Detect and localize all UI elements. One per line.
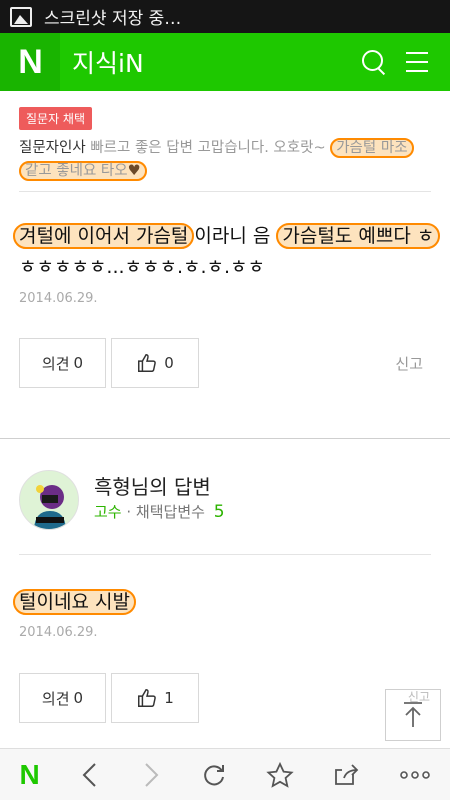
naver-logo-button[interactable]: N [0,33,60,91]
like-button[interactable]: 0 [111,338,199,388]
image-icon [10,6,32,27]
naver-logo: N [18,42,43,81]
answer-highlight-2: 가슴털도 예쁘다 ㅎ [276,223,441,249]
back-icon[interactable] [79,762,101,788]
opinion-label: 의견 [41,689,70,708]
answer-text: 털이네요 시발 [13,587,136,618]
report-link[interactable]: 신고 [395,353,423,374]
comment-highlight-2-text: 같고 좋네요 타오 [25,163,128,179]
thumbs-up-icon [138,689,157,707]
menu-icon[interactable] [406,52,428,72]
opinion-label: 의견 [41,354,70,373]
like-count: 0 [164,354,174,372]
app-header: N 지식iN [0,33,450,91]
page-title[interactable]: 지식iN [72,44,144,80]
forward-icon[interactable] [140,762,162,788]
comment-highlight-1: 가슴털 마조 [330,138,414,158]
like-count: 1 [164,689,174,707]
divider [19,191,431,192]
scroll-top-button[interactable]: 신고 [385,689,441,741]
thumbs-up-icon [138,354,157,372]
bookmark-star-icon[interactable] [266,761,294,788]
section-divider [0,438,450,439]
answerer-name[interactable]: 흑형님의 답변 [94,471,211,500]
comment-text: 빠르고 좋은 답변 고맙습니다. 오호랏~ [90,140,326,156]
answer-text: 겨털에 이어서 가슴털 이라니 음 가슴털도 예쁘다 ㅎ ㅎㅎㅎㅎㅎ...ㅎㅎㅎ.… [13,221,441,283]
opinion-button[interactable]: 의견 0 [19,673,106,723]
answerer-meta-label: · 채택답변수 [126,503,205,521]
answer-highlight-1: 겨털에 이어서 가슴털 [13,223,195,249]
more-icon[interactable] [400,770,431,780]
adopted-count: 5 [213,502,225,522]
answerer-meta: 고수 · 채택답변수 5 [94,501,225,522]
answer-date: 2014.06.29. [19,625,98,640]
refresh-icon[interactable] [201,762,227,788]
share-icon[interactable] [333,762,361,788]
bottom-toolbar: N [0,748,450,800]
opinion-button[interactable]: 의견 0 [19,338,106,388]
heart-icon: ♥ [127,163,141,179]
opinion-count: 0 [73,689,84,707]
status-text: 스크린샷 저장 중… [44,9,182,29]
questioner-comment: 질문자인사 빠르고 좋은 답변 고맙습니다. 오호랏~ 가슴털 마조 같고 좋네… [19,137,439,183]
arrow-up-icon [404,702,422,727]
comment-highlight-2: 같고 좋네요 타오♥ [19,161,147,181]
answerer-rank: 고수 [94,503,122,521]
answer-date: 2014.06.29. [19,291,98,306]
like-button[interactable]: 1 [111,673,199,723]
avatar [19,470,79,530]
answer-text-mid: 이라니 음 [194,225,271,247]
status-bar: 스크린샷 저장 중… [0,0,450,33]
divider [19,554,431,555]
answer-text-line2: ㅎㅎㅎㅎㅎ...ㅎㅎㅎ.ㅎ.ㅎ.ㅎㅎ [19,256,265,278]
adopted-badge: 질문자 채택 [19,107,93,130]
opinion-count: 0 [73,354,84,372]
naver-home-button[interactable]: N [20,759,40,791]
comment-author: 질문자인사 [19,140,86,156]
report-link[interactable]: 신고 [408,688,430,705]
answer-highlight: 털이네요 시발 [13,589,136,615]
search-icon[interactable] [362,50,386,74]
